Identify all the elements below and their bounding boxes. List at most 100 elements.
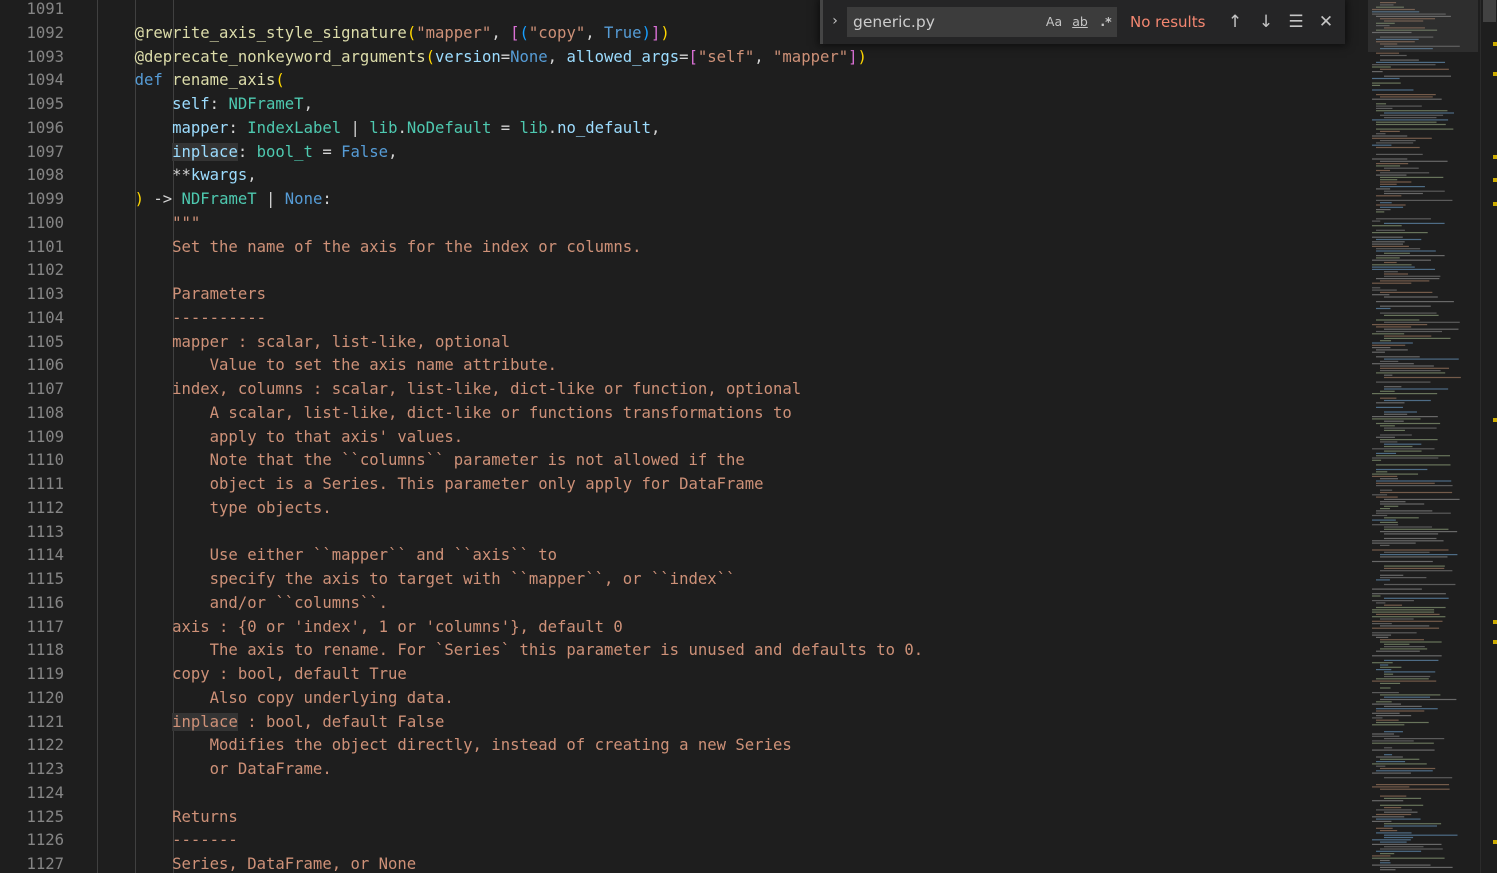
minimap-row: [1380, 390, 1395, 392]
minimap-row: [1384, 192, 1423, 195]
minimap-row: [1372, 733, 1395, 735]
minimap-row: [1384, 823, 1442, 825]
code-line[interactable]: **kwargs,: [97, 164, 257, 188]
code-line[interactable]: index, columns : scalar, list-like, dict…: [97, 378, 801, 402]
code-token: :: [228, 118, 248, 137]
find-result-status: No results: [1130, 13, 1206, 31]
minimap-row: [1380, 788, 1450, 790]
minimap-row: [1372, 549, 1449, 551]
minimap-row: [1372, 344, 1406, 346]
line-number: 1091: [26, 0, 64, 18]
minimap-row: [1384, 399, 1431, 402]
code-line[interactable]: Set the name of the axis for the index o…: [97, 236, 641, 260]
minimap-row: [1376, 485, 1453, 487]
code-line[interactable]: def rename_axis(: [97, 69, 285, 93]
code-line[interactable]: or DataFrame.: [97, 758, 332, 782]
code-line[interactable]: Value to set the axis name attribute.: [97, 354, 557, 378]
minimap-row: [1380, 841, 1407, 843]
minimap-preview: [1372, 2, 1461, 871]
code-line[interactable]: -------: [97, 829, 238, 853]
minimap-row: [1384, 731, 1403, 733]
code-line[interactable]: self: NDFrameT,: [97, 93, 313, 117]
regex-icon[interactable]: .*: [1095, 11, 1117, 33]
whole-word-icon[interactable]: ab: [1069, 11, 1091, 33]
minimap-row: [1380, 666, 1402, 668]
minimap-row: [1380, 648, 1428, 650]
code-line[interactable]: @rewrite_axis_style_signature("mapper", …: [97, 22, 670, 46]
minimap-row: [1384, 271, 1398, 273]
minimap-row: [1372, 241, 1405, 243]
minimap-row: [1376, 123, 1446, 126]
code-line[interactable]: mapper : scalar, list-like, optional: [97, 331, 510, 355]
minimap-row: [1372, 89, 1414, 91]
minimap-row: [1376, 356, 1420, 358]
next-match-icon[interactable]: ↓: [1254, 10, 1278, 34]
code-line[interactable]: inplace : bool, default False: [97, 711, 444, 735]
code-line[interactable]: Use either ``mapper`` and ``axis`` to: [97, 544, 557, 568]
minimap-row: [1376, 319, 1420, 321]
match-case-icon[interactable]: Aa: [1043, 11, 1065, 33]
code-line[interactable]: Series, DataFrame, or None: [97, 853, 416, 873]
code-token: ): [660, 23, 670, 42]
code-line[interactable]: """: [97, 212, 200, 236]
code-line[interactable]: axis : {0 or 'index', 1 or 'columns'}, d…: [97, 616, 623, 640]
minimap-row: [1384, 754, 1393, 756]
find-input[interactable]: [847, 7, 1049, 37]
code-line[interactable]: The axis to rename. For `Series` this pa…: [97, 639, 924, 663]
line-number: 1104: [26, 308, 64, 327]
line-number: 1092: [26, 23, 64, 42]
code-token: |: [341, 118, 370, 137]
code-token: ,: [388, 142, 398, 161]
minimap-row: [1380, 848, 1443, 850]
scrollbar-thumb[interactable]: [1483, 0, 1496, 22]
minimap-row: [1380, 859, 1390, 862]
previous-match-icon[interactable]: ↑: [1223, 10, 1247, 34]
minimap-row: [1376, 827, 1393, 829]
vertical-scrollbar[interactable]: [1480, 0, 1497, 873]
code-line[interactable]: copy : bool, default True: [97, 663, 407, 687]
minimap-row: [1372, 724, 1405, 726]
minimap-row: [1372, 857, 1445, 859]
minimap-row: [1372, 475, 1398, 477]
code-line[interactable]: ) -> NDFrameT | None:: [97, 188, 332, 212]
code-line[interactable]: and/or ``columns``.: [97, 592, 388, 616]
code-line[interactable]: A scalar, list-like, dict-like or functi…: [97, 402, 792, 426]
code-line[interactable]: object is a Series. This parameter only …: [97, 473, 764, 497]
find-in-selection-icon[interactable]: ☰: [1284, 10, 1308, 34]
minimap[interactable]: [1368, 0, 1478, 873]
minimap-row: [1380, 183, 1397, 185]
code-token: mapper : scalar, list-like, optional: [97, 332, 511, 351]
code-editor[interactable]: 1091 1092 1093 1094 1095 1096 1097 1098 1099 1100…: [0, 0, 1497, 873]
minimap-row: [1380, 508, 1390, 510]
code-area[interactable]: @rewrite_axis_style_signature("mapper", …: [97, 0, 1362, 873]
code-token: [: [510, 23, 520, 42]
minimap-row: [1372, 627, 1440, 629]
code-line[interactable]: Note that the ``columns`` parameter is n…: [97, 449, 745, 473]
close-icon[interactable]: ✕: [1314, 10, 1338, 34]
code-token: ): [641, 23, 651, 42]
code-line[interactable]: type objects.: [97, 497, 332, 521]
code-line[interactable]: @deprecate_nonkeyword_arguments(version=…: [97, 46, 867, 70]
code-line[interactable]: Modifies the object directly, instead of…: [97, 734, 792, 758]
code-line[interactable]: Parameters: [97, 283, 266, 307]
code-line[interactable]: ----------: [97, 307, 266, 331]
code-line[interactable]: Also copy underlying data.: [97, 687, 454, 711]
code-token: ,: [491, 23, 511, 42]
line-number: 1122: [26, 736, 64, 755]
code-line[interactable]: Returns: [97, 806, 238, 830]
minimap-row: [1380, 570, 1453, 572]
code-line[interactable]: apply to that axis' values.: [97, 426, 464, 450]
minimap-viewport[interactable]: [1368, 0, 1478, 52]
minimap-row: [1380, 503, 1425, 505]
code-line[interactable]: inplace: bool_t = False,: [97, 141, 397, 165]
toggle-replace-chevron-icon[interactable]: ›: [827, 10, 843, 32]
minimap-row: [1376, 715, 1412, 717]
minimap-row: [1376, 107, 1393, 109]
code-line[interactable]: specify the axis to target with ``mapper…: [97, 568, 736, 592]
find-input-box: Aa ab .*: [847, 7, 1117, 37]
minimap-row: [1384, 675, 1431, 678]
code-line[interactable]: mapper: IndexLabel | lib.NoDefault = lib…: [97, 117, 660, 141]
minimap-row: [1380, 425, 1395, 427]
